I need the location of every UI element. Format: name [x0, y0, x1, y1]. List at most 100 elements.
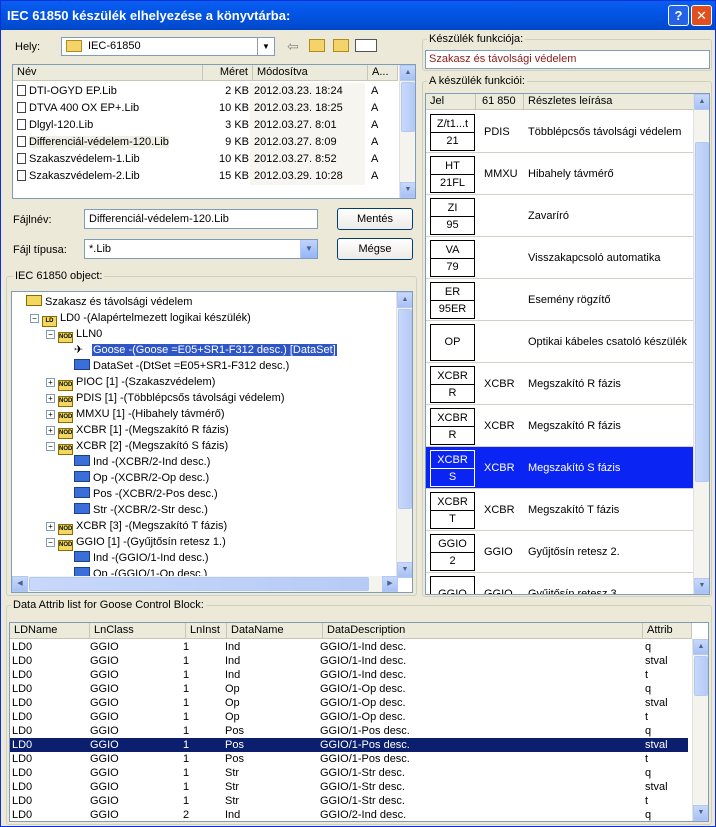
help-button[interactable]: ?	[668, 5, 689, 26]
tree-node[interactable]: − NOD GGIO [1] -(Gyűjtősín retesz 1.)	[46, 534, 226, 551]
goose-attrib-row[interactable]: LD0 GGIO 1 Str GGIO/1-Str desc. q	[10, 766, 688, 780]
functions-table[interactable]: Jel 61 850 Részletes leírása Z/t1...t 21 P…	[425, 93, 710, 595]
ga-col-dataname[interactable]: DataName	[227, 623, 323, 639]
file-row[interactable]: Dlgyl-120.Lib 3 KB 2012.03.27. 8:01 A	[13, 117, 397, 134]
file-row[interactable]: Szakaszvédelem-2.Lib 15 KB 2012.03.29. 10:…	[13, 168, 397, 185]
file-list[interactable]: Név Méret Módosítva A... DTI-OGYD EP.Lib…	[12, 64, 416, 199]
col-modified[interactable]: Módosítva	[253, 65, 368, 81]
close-button[interactable]: ✕	[691, 5, 712, 26]
function-row[interactable]: GGIO 2 GGIO Gyűjtősín retesz 2.	[426, 531, 696, 573]
tree-node[interactable]: + NOD XCBR [1] -(Megszakító R fázis)	[46, 422, 229, 439]
ga-col-lninst[interactable]: LnInst	[186, 623, 227, 639]
col-size[interactable]: Méret	[203, 65, 253, 81]
ga-col-lnclass[interactable]: LnClass	[90, 623, 186, 639]
filename-input[interactable]: Differenciál-védelem-120.Lib	[84, 209, 318, 229]
function-row[interactable]: ER 95ER Esemény rögzítő	[426, 279, 696, 321]
file-row[interactable]: DTI-OGYD EP.Lib 2 KB 2012.03.23. 18:24 A	[13, 83, 397, 100]
tree-node[interactable]: Op -(XCBR/2-Op desc.)	[62, 470, 209, 486]
expand-toggle[interactable]: +	[46, 410, 55, 419]
file-icon	[17, 136, 26, 147]
tree-node[interactable]: DataSet -(DtSet =E05+SR1-F312 desc.)	[62, 358, 289, 374]
goose-attrib-table[interactable]: LDName LnClass LnInst DataName DataDescr…	[9, 622, 709, 822]
tree-node[interactable]: Ind -(GGIO/1-Ind desc.)	[62, 550, 209, 566]
iec-tree[interactable]: Szakasz és távolsági védelem − LD LD0 -(Ala…	[11, 291, 413, 593]
goose-attrib-row[interactable]: LD0 GGIO 2 Ind GGIO/2-Ind desc. q	[10, 808, 688, 821]
fn-col-ln[interactable]: 61 850	[476, 94, 524, 110]
views-icon[interactable]	[355, 39, 377, 52]
function-row[interactable]: OP Optikai kábeles csatoló készülék	[426, 321, 696, 363]
file-list-scrollbar[interactable]: ▲ ▼	[399, 65, 415, 198]
function-row[interactable]: Z/t1...t 21 PDIS Többlépcsős távolsági véde…	[426, 111, 696, 153]
goose-icon: ✈	[74, 344, 84, 356]
goose-attrib-row[interactable]: LD0 GGIO 1 Str GGIO/1-Str desc. stval	[10, 780, 688, 794]
functions-scrollbar[interactable]: ▲ ▼	[693, 94, 709, 594]
tree-node[interactable]: − NOD XCBR [2] -(Megszakító S fázis)	[46, 438, 228, 455]
function-row[interactable]: XCBR S XCBR Megszakító S fázis	[426, 447, 696, 489]
tree-node[interactable]: + NOD XCBR [3] -(Megszakító T fázis)	[46, 518, 227, 535]
cancel-button[interactable]: Mégse	[337, 238, 413, 260]
new-folder-icon[interactable]	[333, 39, 349, 52]
save-button[interactable]: Mentés	[337, 208, 413, 230]
goose-attrib-row[interactable]: LD0 GGIO 1 Str GGIO/1-Str desc. t	[10, 794, 688, 808]
function-row[interactable]: ZI 95 Zavaríró	[426, 195, 696, 237]
goose-attrib-cell: Ind	[225, 809, 241, 821]
tree-node[interactable]: Szakasz és távolsági védelem	[14, 294, 192, 310]
location-combo[interactable]: IEC-61850 ▼	[61, 37, 275, 56]
tree-node[interactable]: − LD LD0 -(Alapértelmezett logikai készülé…	[30, 310, 251, 327]
tree-node[interactable]: Ind -(XCBR/2-Ind desc.)	[62, 454, 210, 470]
function-row[interactable]: XCBR T XCBR Megszakító T fázis	[426, 489, 696, 531]
ga-col-ldname[interactable]: LDName	[10, 623, 90, 639]
goose-attrib-row[interactable]: LD0 GGIO 1 Op GGIO/1-Op desc. t	[10, 710, 688, 724]
tree-node[interactable]: + NOD PDIS [1] -(Többlépcsős távolsági véd…	[46, 390, 284, 407]
folder-up-icon[interactable]	[309, 39, 325, 52]
ga-col-desc[interactable]: DataDescription	[323, 623, 643, 639]
function-symbol: ZI 95	[430, 198, 475, 235]
goose-attrib-row[interactable]: LD0 GGIO 1 Op GGIO/1-Op desc. stval	[10, 696, 688, 710]
file-row[interactable]: Differenciál-védelem-120.Lib 9 KB 2012.03.…	[13, 134, 397, 151]
goose-attrib-row[interactable]: LD0 GGIO 1 Pos GGIO/1-Pos desc. t	[10, 752, 688, 766]
tree-vscroll[interactable]: ▲ ▼	[396, 292, 412, 578]
function-row[interactable]: XCBR R XCBR Megszakító R fázis	[426, 363, 696, 405]
filetype-select[interactable]: *.Lib ▼	[84, 239, 318, 259]
function-ln: XCBR	[484, 420, 515, 432]
fn-col-desc[interactable]: Részletes leírása	[524, 94, 694, 110]
function-row[interactable]: HT 21FL MMXU Hibahely távmérő	[426, 153, 696, 195]
function-row[interactable]: VA 79 Visszakapcsoló automatika	[426, 237, 696, 279]
tree-hscroll[interactable]: ◀ ▶	[12, 576, 398, 592]
expand-toggle[interactable]: −	[46, 442, 55, 451]
expand-toggle[interactable]: −	[46, 330, 55, 339]
goose-attrib-row[interactable]: LD0 GGIO 1 Ind GGIO/1-Ind desc. q	[10, 640, 688, 654]
goose-attrib-row[interactable]: LD0 GGIO 1 Pos GGIO/1-Pos desc. q	[10, 724, 688, 738]
ga-col-attrib[interactable]: Attrib	[643, 623, 692, 639]
tree-node[interactable]: − NOD LLN0	[46, 326, 102, 343]
goose-attrib-row[interactable]: LD0 GGIO 1 Ind GGIO/1-Ind desc. stval	[10, 654, 688, 668]
expand-toggle[interactable]: +	[46, 378, 55, 387]
goose-attrib-cell: LD0	[12, 767, 33, 779]
col-name[interactable]: Név	[13, 65, 203, 81]
function-ln: GGIO	[484, 546, 513, 558]
tree-node[interactable]: + NOD PIOC [1] -(Szakaszvédelem)	[46, 374, 215, 391]
tree-node[interactable]: ✈ Goose -(Goose =E05+SR1-F312 desc.) [Dat…	[62, 342, 337, 358]
goose-attrib-row[interactable]: LD0 GGIO 1 Pos GGIO/1-Pos desc. stval	[10, 738, 688, 752]
function-row[interactable]: XCBR R XCBR Megszakító R fázis	[426, 405, 696, 447]
expand-toggle[interactable]: +	[46, 394, 55, 403]
tree-node[interactable]: Pos -(XCBR/2-Pos desc.)	[62, 486, 218, 502]
expand-toggle[interactable]: +	[46, 426, 55, 435]
tree-node[interactable]: Str -(XCBR/2-Str desc.)	[62, 502, 208, 518]
chevron-down-icon[interactable]: ▼	[257, 38, 274, 55]
goose-attrib-row[interactable]: LD0 GGIO 1 Ind GGIO/1-Ind desc. t	[10, 668, 688, 682]
expand-toggle[interactable]: −	[30, 314, 39, 323]
goose-scrollbar[interactable]: ▲ ▼	[692, 639, 708, 821]
goose-attrib-cell: 1	[183, 669, 190, 681]
file-row[interactable]: DTVA 400 OX EP+.Lib 10 KB 2012.03.23. 18:2…	[13, 100, 397, 117]
function-row[interactable]: GGIO GGIO Gyűjtősín retesz 3.	[426, 573, 696, 594]
expand-toggle[interactable]: +	[46, 522, 55, 531]
fn-col-sym[interactable]: Jel	[426, 94, 476, 110]
back-icon[interactable]: ⇦	[287, 38, 299, 55]
goose-attrib-row[interactable]: LD0 GGIO 1 Op GGIO/1-Op desc. q	[10, 682, 688, 696]
chevron-down-icon[interactable]: ▼	[300, 240, 317, 258]
col-attr[interactable]: A...	[368, 65, 398, 81]
expand-toggle[interactable]: −	[46, 538, 55, 547]
tree-node[interactable]: + NOD MMXU [1] -(Hibahely távmérő)	[46, 406, 225, 423]
file-row[interactable]: Szakaszvédelem-1.Lib 10 KB 2012.03.27. 8:5…	[13, 151, 397, 168]
